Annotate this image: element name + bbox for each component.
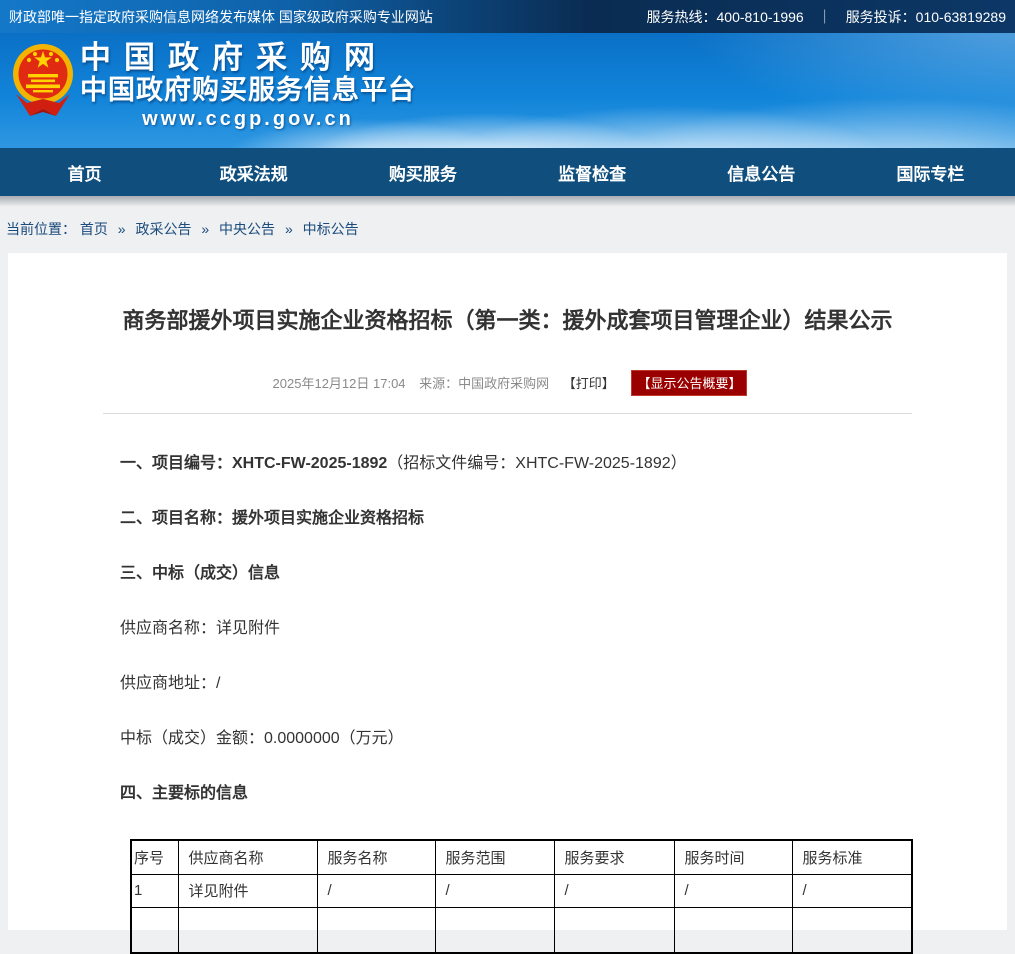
cell-service-name: /: [317, 874, 435, 907]
award-detail-table: 序号 供应商名称 服务名称 服务范围 服务要求 服务时间 服务标准 1 详见附件…: [130, 839, 913, 954]
table-row: 1 详见附件 / / / / /: [131, 874, 912, 907]
breadcrumb-item-award-announcements[interactable]: 中标公告: [303, 221, 359, 237]
breadcrumb-item-central-announcements[interactable]: 中央公告: [219, 221, 275, 237]
col-header-service-scope: 服务范围: [435, 840, 554, 874]
site-slogan: 财政部唯一指定政府采购信息网络发布媒体 国家级政府采购专业网站: [9, 7, 433, 27]
site-name: 中国政府采购网: [80, 42, 416, 75]
article-content: 商务部援外项目实施企业资格招标（第一类：援外成套项目管理企业）结果公示 2025…: [8, 253, 1007, 930]
nav-item-international[interactable]: 国际专栏: [846, 148, 1015, 196]
breadcrumb-separator: »: [118, 221, 126, 237]
cell-service-standard: /: [792, 874, 912, 907]
nav-shadow-divider: [0, 196, 1015, 206]
nav-item-regulations[interactable]: 政采法规: [169, 148, 338, 196]
cell-service-time: [674, 907, 792, 953]
nav-item-supervision[interactable]: 监督检查: [508, 148, 677, 196]
breadcrumb-item-home[interactable]: 首页: [80, 221, 108, 237]
col-header-supplier: 供应商名称: [178, 840, 317, 874]
topbar-divider: ｜: [818, 7, 832, 27]
breadcrumb-separator: »: [285, 221, 293, 237]
col-header-service-standard: 服务标准: [792, 840, 912, 874]
page-title: 商务部援外项目实施企业资格招标（第一类：援外成套项目管理企业）结果公示: [48, 253, 967, 335]
cell-service-standard: [792, 907, 912, 953]
announcement-body: 一、项目编号：XHTC-FW-2025-1892（招标文件编号：XHTC-FW-…: [8, 414, 1007, 803]
cell-supplier: [178, 907, 317, 953]
print-button[interactable]: 【打印】: [563, 376, 615, 391]
site-header-banner: 中国政府采购网 中国政府购买服务信息平台 www.ccgp.gov.cn: [0, 33, 1015, 148]
cell-service-scope: /: [435, 874, 554, 907]
breadcrumb-separator: »: [201, 221, 209, 237]
cell-service-name: [317, 907, 435, 953]
award-info-heading: 三、中标（成交）信息: [120, 564, 912, 583]
col-header-service-requirement: 服务要求: [554, 840, 674, 874]
top-utility-bar: 财政部唯一指定政府采购信息网络发布媒体 国家级政府采购专业网站 服务热线：400…: [0, 0, 1015, 33]
service-hotline: 服务热线：400-810-1996: [647, 7, 804, 27]
show-summary-button[interactable]: 【显示公告概要】: [631, 370, 747, 396]
table-header-row: 序号 供应商名称 服务名称 服务范围 服务要求 服务时间 服务标准: [131, 840, 912, 874]
col-header-serial: 序号: [131, 840, 178, 874]
main-navigation: 首页 政采法规 购买服务 监督检查 信息公告 国际专栏: [0, 148, 1015, 196]
article-meta: 2025年12月12日 17:04 来源：中国政府采购网 【打印】 【显示公告概…: [8, 370, 1007, 396]
cell-service-time: /: [674, 874, 792, 907]
bid-doc-number: （招标文件编号：XHTC-FW-2025-1892）: [387, 455, 686, 472]
main-subject-heading: 四、主要标的信息: [120, 784, 912, 803]
article-source: 来源：中国政府采购网: [419, 376, 549, 391]
service-complaint: 服务投诉：010-63819289: [846, 7, 1006, 27]
site-url: www.ccgp.gov.cn: [80, 108, 416, 131]
cell-supplier: 详见附件: [178, 874, 317, 907]
national-emblem-icon: [12, 38, 74, 133]
publish-datetime: 2025年12月12日 17:04: [273, 376, 406, 391]
supplier-name-line: 供应商名称：详见附件: [120, 619, 912, 638]
col-header-service-time: 服务时间: [674, 840, 792, 874]
table-row: [131, 907, 912, 953]
breadcrumb-label: 当前位置：: [6, 221, 76, 237]
cell-serial: 1: [131, 874, 178, 907]
supplier-address-line: 供应商地址：/: [120, 674, 912, 693]
project-name-line: 二、项目名称：援外项目实施企业资格招标: [120, 509, 912, 528]
project-number-bold: 一、项目编号：XHTC-FW-2025-1892: [120, 455, 387, 472]
cell-service-scope: [435, 907, 554, 953]
cell-service-requirement: [554, 907, 674, 953]
nav-item-purchase-services[interactable]: 购买服务: [338, 148, 507, 196]
site-brand: 中国政府采购网 中国政府购买服务信息平台 www.ccgp.gov.cn: [80, 42, 416, 131]
platform-name: 中国政府购买服务信息平台: [80, 76, 416, 106]
award-amount-line: 中标（成交）金额：0.0000000（万元）: [120, 729, 912, 748]
cell-service-requirement: /: [554, 874, 674, 907]
breadcrumb: 当前位置： 首页 » 政采公告 » 中央公告 » 中标公告: [0, 206, 1015, 253]
col-header-service-name: 服务名称: [317, 840, 435, 874]
nav-item-home[interactable]: 首页: [0, 148, 169, 196]
project-number-line: 一、项目编号：XHTC-FW-2025-1892（招标文件编号：XHTC-FW-…: [120, 454, 912, 473]
nav-item-announcements[interactable]: 信息公告: [677, 148, 846, 196]
breadcrumb-item-procurement-announcements[interactable]: 政采公告: [135, 221, 191, 237]
cell-serial: [131, 907, 178, 953]
